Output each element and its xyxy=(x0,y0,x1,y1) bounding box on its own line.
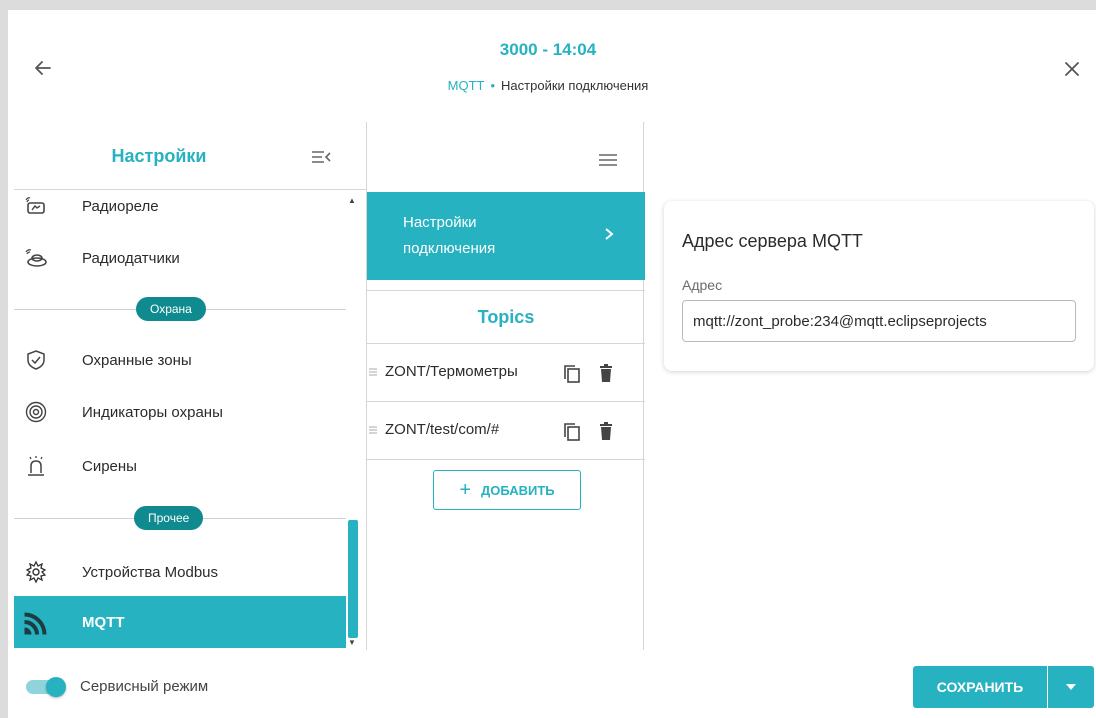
card-title: Адрес сервера MQTT xyxy=(682,231,863,251)
close-button[interactable] xyxy=(1060,57,1084,81)
section-chip-guard: Охрана xyxy=(136,297,206,321)
sidebar-item-label: Сирены xyxy=(82,457,137,475)
topic-row[interactable]: ZONT/Термометры xyxy=(367,344,645,402)
submenu-item-connection-settings[interactable]: Настройки подключения xyxy=(367,192,645,280)
hamburger-menu-icon xyxy=(599,154,617,166)
rss-icon xyxy=(24,612,47,635)
sidebar-item-guard-indicators[interactable]: Индикаторы охраны xyxy=(14,386,346,438)
scrollbar-thumb[interactable] xyxy=(348,520,358,638)
shield-check-icon xyxy=(27,350,45,370)
topic-name: ZONT/test/com/# xyxy=(385,421,500,438)
sidebar-scrollbar[interactable]: ▲ ▼ xyxy=(346,194,360,650)
service-mode-toggle[interactable] xyxy=(26,677,66,697)
settings-sidebar: Настройки Радиореле Радиодатчики Охрана xyxy=(14,122,366,650)
section-chip-other: Прочее xyxy=(134,506,204,530)
server-address-input[interactable] xyxy=(682,300,1076,342)
window-frame-top xyxy=(0,0,1096,10)
toggle-knob xyxy=(46,677,66,697)
sidebar-item-label: Радиодатчики xyxy=(82,249,180,267)
copy-icon[interactable] xyxy=(563,422,581,442)
guard-indicator-icon xyxy=(25,401,47,423)
sidebar-item-label: Радиореле xyxy=(82,197,159,215)
menu-collapse-icon xyxy=(312,151,331,163)
section-divider-other: Прочее xyxy=(14,506,346,530)
submenu-item-label: Настройки подключения xyxy=(403,214,496,257)
sidebar-item-modbus[interactable]: Устройства Modbus xyxy=(14,546,346,598)
close-icon xyxy=(1065,62,1079,76)
sidebar-item-label: Охранные зоны xyxy=(82,351,192,369)
sidebar-item-guard-zones[interactable]: Охранные зоны xyxy=(14,334,346,386)
siren-icon xyxy=(28,456,44,476)
drag-handle-icon[interactable] xyxy=(369,366,377,378)
mqtt-server-card: Адрес сервера MQTT Адрес xyxy=(664,201,1094,371)
scroll-up-arrow-icon[interactable]: ▲ xyxy=(348,196,356,205)
sidebar-item-radiodatchiki[interactable]: Радиодатчики xyxy=(14,232,346,284)
add-topic-label: ДОБАВИТЬ xyxy=(481,482,555,498)
sidebar-item-mqtt[interactable]: MQTT xyxy=(14,596,346,648)
topic-row[interactable]: ZONT/test/com/# xyxy=(367,402,645,460)
trash-icon[interactable] xyxy=(599,422,613,440)
sidebar-item-sirens[interactable]: Сирены xyxy=(14,440,346,492)
sidebar-item-radiorele[interactable]: Радиореле xyxy=(14,180,346,232)
scroll-down-arrow-icon[interactable]: ▼ xyxy=(348,638,356,647)
address-field-label: Адрес xyxy=(682,277,723,293)
topic-name: ZONT/Термометры xyxy=(385,363,518,380)
breadcrumb: MQTT • Настройки подключения xyxy=(0,78,1096,93)
sidebar-title: Настройки xyxy=(111,146,207,166)
drag-handle-icon[interactable] xyxy=(369,424,377,436)
save-button[interactable]: СОХРАНИТЬ xyxy=(913,666,1047,708)
caret-down-icon xyxy=(1066,684,1076,690)
submenu-toggle-button[interactable] xyxy=(597,152,619,168)
service-mode-label: Сервисный режим xyxy=(80,678,209,695)
plus-icon: + xyxy=(459,479,472,501)
trash-icon[interactable] xyxy=(599,364,613,382)
breadcrumb-mqtt[interactable]: MQTT xyxy=(448,78,485,93)
copy-icon[interactable] xyxy=(563,364,581,384)
mqtt-submenu: Настройки подключения Topics ZONT/Термом… xyxy=(366,122,645,650)
section-divider-guard: Охрана xyxy=(14,297,346,321)
page-title: 3000 - 14:04 xyxy=(499,40,597,59)
add-topic-button[interactable]: + ДОБАВИТЬ xyxy=(433,470,581,510)
topics-heading: Topics xyxy=(367,290,645,344)
window-frame-left xyxy=(0,0,8,718)
sidebar-item-label: MQTT xyxy=(82,613,125,631)
modbus-icon xyxy=(25,560,47,584)
radio-sensor-icon xyxy=(25,249,47,267)
radio-relay-icon xyxy=(25,197,45,214)
sidebar-item-label: Устройства Modbus xyxy=(82,563,219,581)
sidebar-item-label: Индикаторы охраны xyxy=(82,403,223,421)
breadcrumb-separator: • xyxy=(490,78,496,93)
breadcrumb-current: Настройки подключения xyxy=(501,78,649,93)
save-options-dropdown[interactable] xyxy=(1048,666,1094,708)
sidebar-collapse-button[interactable] xyxy=(310,148,332,166)
chevron-right-icon xyxy=(605,228,614,240)
